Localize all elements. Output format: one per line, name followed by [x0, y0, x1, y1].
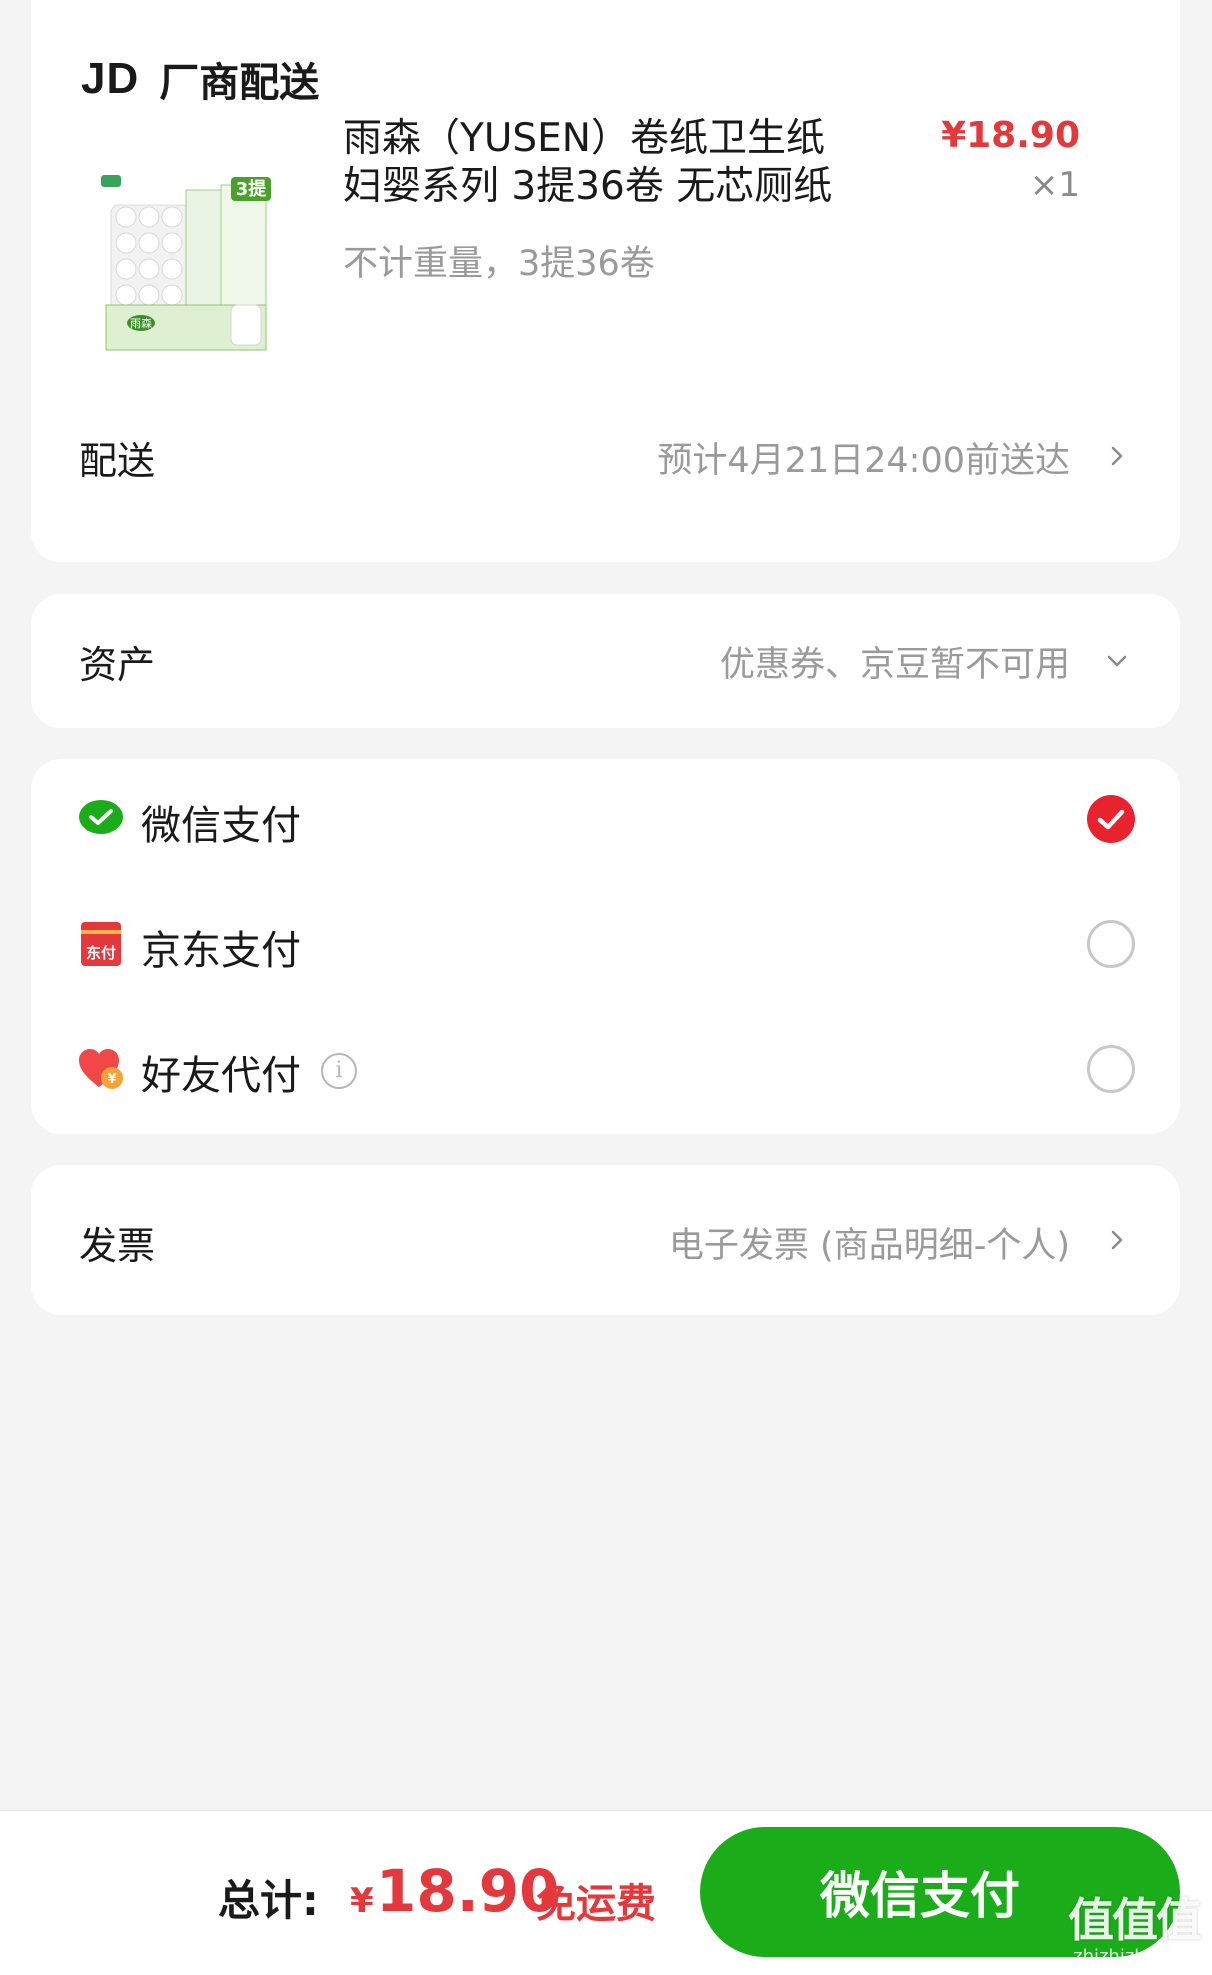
invoice-value: 电子发票 (商品明细-个人): [668, 1226, 1070, 1266]
total-currency: ¥: [350, 1881, 374, 1921]
payment-label: 好友代付: [141, 1053, 301, 1099]
chevron-down-icon: [1107, 655, 1127, 667]
product-spec: 不计重量，3提36卷: [343, 244, 655, 284]
product-price: ¥18.90: [941, 115, 1080, 156]
checkout-page: JD 厂商配送 3提 雨森 雨森（YUSEN）卷纸卫生纸妇婴系列 3提36卷 无…: [0, 0, 1212, 1975]
product-title[interactable]: 雨森（YUSEN）卷纸卫生纸妇婴系列 3提36卷 无芯厕纸: [343, 115, 863, 211]
friend-pay-heart-icon: ¥: [79, 1049, 123, 1089]
chevron-right-icon: [1111, 446, 1123, 466]
chevron-right-icon: [1111, 1230, 1123, 1250]
delivery-estimate: 预计4月21日24:00前送达: [657, 441, 1070, 481]
jd-pay-icon: 东付: [81, 922, 121, 966]
check-icon: [1097, 809, 1125, 830]
payment-label: 京东支付: [141, 928, 301, 974]
assets-row[interactable]: 资产 优惠券、京豆暂不可用: [31, 594, 1180, 728]
svg-text:3提: 3提: [236, 178, 268, 200]
product-quantity: ×1: [1029, 165, 1080, 205]
watermark-sub: zhizhizhi.com: [1073, 1946, 1195, 1967]
radio-unchecked[interactable]: [1087, 1045, 1135, 1093]
payment-option-wechat[interactable]: 微信支付: [31, 769, 1180, 869]
payment-label: 微信支付: [141, 803, 301, 849]
radio-checked[interactable]: [1087, 795, 1135, 843]
assets-label: 资产: [79, 643, 156, 687]
checkout-bar: 总计: ¥ 18.90 免运费 微信支付 值值值 zhizhizhi.com: [0, 1810, 1212, 1975]
payment-option-jdpay[interactable]: 东付 京东支付: [31, 894, 1180, 994]
assets-value: 优惠券、京豆暂不可用: [719, 645, 1070, 685]
watermark-main: 值值值: [1068, 1893, 1202, 1947]
store-name: 厂商配送: [159, 60, 320, 106]
total-amount: 18.90: [376, 1857, 560, 1925]
wechat-pay-icon: [79, 800, 123, 834]
order-card: JD 厂商配送 3提 雨森 雨森（YUSEN）卷纸卫生纸妇婴系列 3提36卷 无…: [31, 0, 1180, 562]
jd-logo: JD: [81, 54, 140, 103]
product-image[interactable]: 3提 雨森: [81, 155, 311, 365]
info-icon[interactable]: i: [321, 1053, 357, 1089]
watermark-logo: 值值值 zhizhizhi.com: [1068, 1884, 1202, 1967]
invoice-label: 发票: [79, 1224, 156, 1268]
svg-text:雨森: 雨森: [130, 316, 152, 330]
delivery-label: 配送: [79, 439, 156, 483]
invoice-row[interactable]: 发票 电子发票 (商品明细-个人): [31, 1165, 1180, 1315]
store-header: JD 厂商配送: [81, 50, 319, 108]
payment-methods: 微信支付 东付 京东支付 ¥ 好友代付 i: [31, 759, 1180, 1134]
free-shipping-label: 免运费: [536, 1881, 656, 1927]
friend-pay-icon-text: ¥: [107, 1072, 116, 1087]
jd-pay-icon-text: 东付: [86, 944, 116, 962]
payment-option-friend[interactable]: ¥ 好友代付 i: [31, 1019, 1180, 1119]
radio-unchecked[interactable]: [1087, 920, 1135, 968]
total-label: 总计:: [218, 1876, 319, 1925]
